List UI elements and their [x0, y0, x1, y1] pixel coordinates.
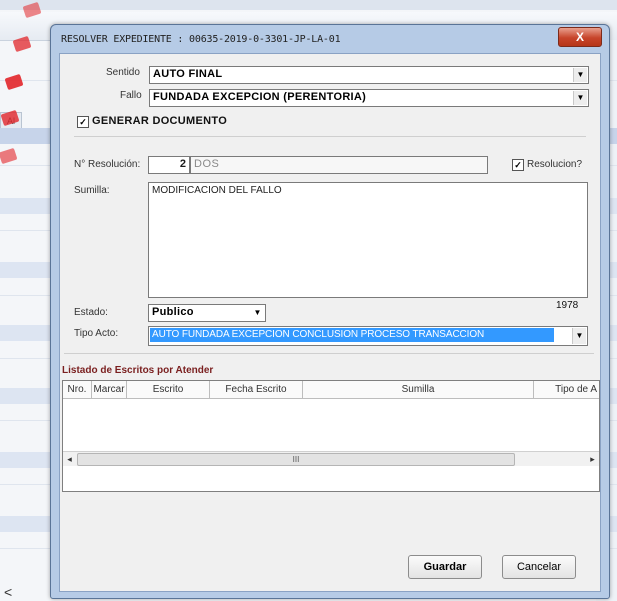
tipo-acto-value: AUTO FUNDADA EXCEPCION CONCLUSION PROCES… [152, 329, 485, 340]
resolucion-label: N° Resolución: [74, 159, 141, 170]
chevron-down-icon[interactable]: ▼ [573, 91, 587, 105]
generar-documento-checkbox[interactable]: ✓ [77, 116, 89, 128]
chevron-down-icon[interactable]: ▼ [572, 328, 586, 344]
scrollbar-thumb[interactable]: III [77, 453, 515, 466]
section-divider [64, 353, 594, 354]
resolucion-check-label[interactable]: Resolucion? [527, 159, 582, 170]
resolver-expediente-dialog: RESOLVER EXPEDIENTE : 00635-2019-0-3301-… [50, 24, 610, 599]
checkmark-icon: ✓ [79, 117, 87, 127]
dialog-titlebar[interactable]: RESOLVER EXPEDIENTE : 00635-2019-0-3301-… [51, 25, 609, 53]
cancelar-button[interactable]: Cancelar [502, 555, 576, 579]
estado-dropdown[interactable]: Publico ▼ [148, 304, 266, 322]
dialog-title: RESOLVER EXPEDIENTE : 00635-2019-0-3301-… [61, 34, 341, 45]
section-divider [74, 136, 586, 137]
scroll-right-icon[interactable]: ▸ [586, 452, 599, 466]
resolucion-checkbox[interactable]: ✓ [512, 159, 524, 171]
horizontal-scrollbar[interactable]: ◂ III ▸ [63, 451, 599, 466]
tipo-acto-label: Tipo Acto: [74, 328, 119, 339]
sumilla-value: MODIFICACION DEL FALLO [152, 185, 282, 196]
estado-label: Estado: [74, 307, 108, 318]
grid-header: Nro. Marcar Escrito Fecha Escrito Sumill… [63, 381, 599, 399]
sumilla-label: Sumilla: [74, 185, 110, 196]
fallo-value: FUNDADA EXCEPCION (PERENTORIA) [153, 91, 367, 103]
scroll-left-icon[interactable]: ◂ [63, 452, 76, 466]
escritos-grid: Nro. Marcar Escrito Fecha Escrito Sumill… [62, 380, 600, 492]
column-header-sumilla[interactable]: Sumilla [303, 381, 534, 398]
generar-documento-label[interactable]: GENERAR DOCUMENTO [92, 115, 227, 127]
checkmark-icon: ✓ [514, 160, 522, 170]
chevron-down-icon[interactable]: ▼ [251, 306, 264, 320]
resolucion-number-value: 2 [179, 158, 186, 170]
fallo-dropdown[interactable]: FUNDADA EXCEPCION (PERENTORIA) ▼ [149, 89, 589, 107]
estado-value: Publico [152, 306, 194, 318]
fallo-label: Fallo [120, 90, 142, 101]
column-header-fecha-escrito[interactable]: Fecha Escrito [210, 381, 303, 398]
resolucion-text-input[interactable]: DOS [190, 156, 488, 174]
resolucion-number-input[interactable]: 2 [148, 156, 190, 174]
background-topbar [0, 0, 617, 10]
dialog-content: Sentido AUTO FINAL ▼ Fallo FUNDADA EXCEP… [59, 53, 601, 592]
column-header-nro[interactable]: Nro. [63, 381, 92, 398]
sumilla-textarea[interactable]: MODIFICACION DEL FALLO [148, 182, 588, 298]
character-count: 1978 [556, 300, 579, 311]
sentido-label: Sentido [106, 67, 140, 78]
sentido-value: AUTO FINAL [153, 68, 223, 80]
column-header-tipo[interactable]: Tipo de A [534, 381, 599, 398]
listado-title: Listado de Escritos por Atender [62, 365, 214, 376]
column-header-escrito[interactable]: Escrito [127, 381, 210, 398]
stray-glyph: < [4, 584, 13, 600]
resolucion-text-value: DOS [194, 158, 220, 170]
close-icon: X [575, 30, 584, 44]
guardar-button[interactable]: Guardar [408, 555, 482, 579]
chevron-down-icon[interactable]: ▼ [573, 68, 587, 82]
sentido-dropdown[interactable]: AUTO FINAL ▼ [149, 66, 589, 84]
close-button[interactable]: X [558, 27, 602, 47]
tipo-acto-dropdown[interactable]: AUTO FUNDADA EXCEPCION CONCLUSION PROCES… [148, 326, 588, 346]
column-header-marcar[interactable]: Marcar [92, 381, 127, 398]
